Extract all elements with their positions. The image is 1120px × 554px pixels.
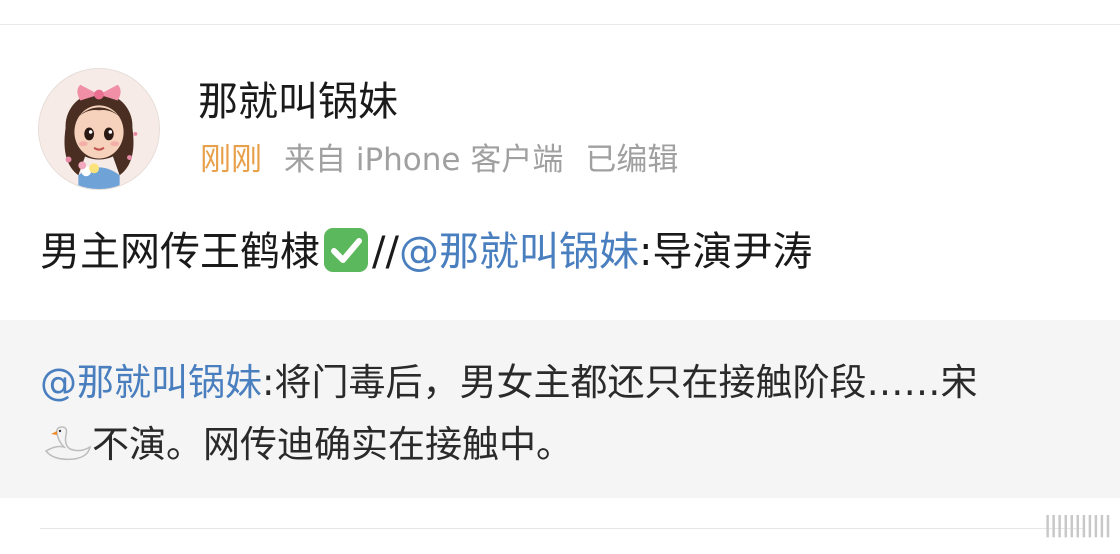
avatar-image xyxy=(39,69,159,189)
repost-text: @那就叫锅妹:将门毒后，男女主都还只在接触阶段……宋 不演。网传迪确实在接触中。 xyxy=(40,352,1000,476)
post-time: 刚刚 xyxy=(200,142,262,178)
top-divider xyxy=(0,24,1120,25)
repost-mention-link[interactable]: @那就叫锅妹 xyxy=(40,361,262,404)
edited-label[interactable]: 已编辑 xyxy=(585,142,678,178)
bottom-divider xyxy=(40,528,1085,529)
post-body: 男主网传王鹤棣 //@那就叫锅妹:导演尹涛 xyxy=(40,228,812,274)
repost-slashes: // xyxy=(372,229,399,275)
swan-icon xyxy=(44,426,92,461)
mention-link[interactable]: @那就叫锅妹 xyxy=(399,229,639,275)
repost-text-before-emoji: :将门毒后，男女主都还只在接触阶段……宋 xyxy=(262,361,978,404)
white-check-mark-icon xyxy=(324,228,368,272)
watermark: ||||||||||| xyxy=(1043,513,1112,538)
post-source[interactable]: 来自 iPhone 客户端 xyxy=(284,142,563,178)
avatar[interactable] xyxy=(38,68,160,190)
username[interactable]: 那就叫锅妹 xyxy=(198,82,398,122)
repost-text-after-emoji: 不演。网传迪确实在接触中。 xyxy=(92,423,573,466)
post-text-main: 男主网传王鹤棣 xyxy=(40,229,320,275)
post-meta: 刚刚 来自 iPhone 客户端 已编辑 xyxy=(200,145,678,176)
post-text-after-mention: :导演尹涛 xyxy=(638,229,813,275)
